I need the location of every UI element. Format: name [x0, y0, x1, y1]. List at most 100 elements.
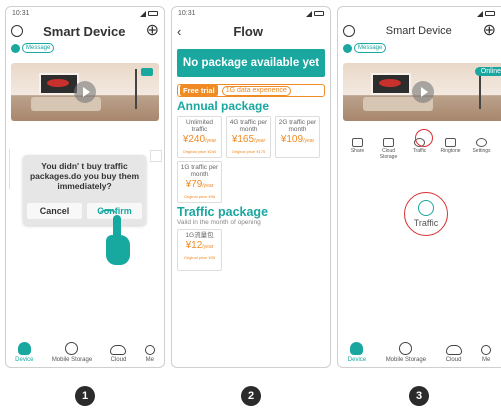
cloud-icon [383, 138, 394, 147]
nav-mobile-storage[interactable]: Mobile Storage [52, 342, 92, 363]
phone-screen-3: Smart Device ⊕ Message Online Share Clou… [337, 6, 501, 368]
online-badge: Online [474, 67, 501, 76]
battery-icon [314, 11, 324, 16]
traffic-cards: 1G流量包 ¥12/year Original price ¥30 [172, 226, 330, 271]
package-card[interactable]: 2G traffic per month ¥109/year [275, 116, 320, 158]
status-time: 10:31 [12, 10, 30, 17]
card-unit: /year [202, 183, 214, 189]
ringtone-button[interactable]: Ringtone [439, 138, 463, 160]
page-title: Smart Device [385, 25, 452, 37]
nav-label: Me [482, 357, 491, 363]
free-trial-label: Free trial [180, 85, 218, 96]
storage-icon [399, 342, 413, 355]
traffic-icon [418, 200, 434, 216]
phone-screen-1: 10:31 Smart Device ⊕ Message You didn' t… [5, 6, 165, 368]
nav-label: Mobile Storage [51, 357, 93, 363]
camera-preview[interactable] [11, 63, 159, 121]
toolbar-label: Share [350, 148, 365, 154]
play-icon[interactable] [74, 81, 96, 103]
card-price: 79 [191, 179, 203, 190]
person-icon [481, 345, 492, 355]
app-header: Smart Device ⊕ [6, 20, 164, 42]
package-card[interactable]: 1G traffic per month ¥79/year Original pri… [177, 161, 222, 203]
status-bar [338, 7, 501, 20]
card-price: 165 [237, 134, 255, 145]
traffic-callout-label: Traffic [413, 218, 439, 228]
menu-icon[interactable] [343, 25, 355, 37]
nav-label: Device [347, 357, 367, 363]
traffic-subtitle: Valid in the month of opening [177, 219, 261, 226]
dialog-message: You didn' t buy traffic packages.do you … [29, 161, 140, 191]
add-icon[interactable]: ⊕ [483, 23, 496, 39]
nav-cloud[interactable]: Cloud [445, 345, 462, 363]
cloud-storage-button[interactable]: Cloud Storage [377, 138, 401, 160]
nav-label: Cloud [445, 357, 462, 363]
bottom-nav: Device Mobile Storage Cloud Me [338, 342, 501, 363]
package-card[interactable]: 1G流量包 ¥12/year Original price ¥30 [177, 229, 222, 271]
quality-icon[interactable] [141, 68, 153, 76]
back-icon[interactable]: ‹ [177, 24, 181, 39]
status-time: 10:31 [178, 10, 196, 17]
battery-icon [148, 11, 158, 16]
card-orig: Original price ¥30 [183, 255, 216, 260]
tutorial-stage: 10:31 Smart Device ⊕ Message You didn' t… [0, 0, 501, 412]
app-header: Smart Device ⊕ [338, 20, 501, 42]
annual-cards: Unlimited traffic ¥240/year Original price… [172, 113, 330, 158]
annual-cards-row-2: 1G traffic per month ¥79/year Original pri… [172, 158, 330, 203]
nav-label: Me [145, 357, 154, 363]
menu-icon[interactable] [11, 25, 23, 37]
package-card[interactable]: Unlimited traffic ¥240/year Original price… [177, 116, 222, 158]
storage-icon [65, 342, 79, 355]
message-row[interactable]: Message [6, 42, 164, 54]
signal-icon [306, 10, 312, 17]
share-button[interactable]: Share [346, 138, 370, 160]
toolbar-label: Ringtone [440, 148, 461, 154]
highlight-circle [415, 129, 433, 147]
cloud-icon [445, 345, 462, 355]
cloud-icon [110, 345, 127, 355]
free-trial-row[interactable]: Free trial 1G data experience [177, 84, 325, 97]
step-badge: 3 [409, 386, 429, 406]
nav-label: Device [15, 357, 34, 363]
nav-cloud[interactable]: Cloud [110, 345, 127, 363]
wall-painting [371, 73, 411, 95]
toolbar-label: Traffic [412, 148, 427, 154]
message-pill[interactable]: Message [354, 43, 387, 53]
nav-label: Mobile Storage [385, 357, 427, 363]
signal-icon [477, 10, 483, 17]
toolbar-label: Settings [472, 148, 491, 154]
play-icon[interactable] [412, 81, 434, 103]
step-badge: 2 [241, 386, 261, 406]
message-pill[interactable]: Message [22, 43, 55, 53]
no-package-banner: No package available yet [177, 49, 325, 77]
nav-me[interactable]: Me [481, 345, 492, 363]
message-row[interactable]: Message [338, 42, 501, 54]
add-icon[interactable]: ⊕ [146, 23, 159, 39]
traffic-title: Traffic package [177, 205, 269, 219]
toolbar-label: Cloud Storage [379, 148, 398, 160]
cancel-button[interactable]: Cancel [27, 203, 82, 219]
camera-icon [11, 43, 20, 53]
card-price: 240 [188, 134, 206, 145]
camera-preview[interactable]: Online [343, 63, 501, 121]
nav-me[interactable]: Me [144, 345, 155, 363]
package-card[interactable]: 4G traffic per month ¥165/year Original pr… [226, 116, 271, 158]
step-badge: 1 [75, 386, 95, 406]
nav-device[interactable]: Device [348, 342, 366, 363]
status-bar: 10:31 [172, 7, 330, 20]
gear-icon [476, 138, 487, 147]
card-name: Unlimited traffic [185, 119, 214, 133]
person-icon [144, 345, 155, 355]
wall-painting [39, 73, 79, 95]
nav-device[interactable]: Device [15, 342, 34, 363]
battery-icon [485, 11, 495, 16]
nav-mobile-storage[interactable]: Mobile Storage [386, 342, 426, 363]
settings-button[interactable]: Settings [470, 138, 494, 160]
page-title: Smart Device [43, 23, 126, 39]
trial-tag: 1G data experience [221, 85, 291, 96]
bottom-nav: Device Mobile Storage Cloud Me [6, 342, 164, 363]
lamp [135, 69, 137, 109]
card-orig: Original price ¥96 [183, 194, 216, 199]
status-bar: 10:31 [6, 7, 164, 20]
card-unit: /year [202, 244, 214, 250]
